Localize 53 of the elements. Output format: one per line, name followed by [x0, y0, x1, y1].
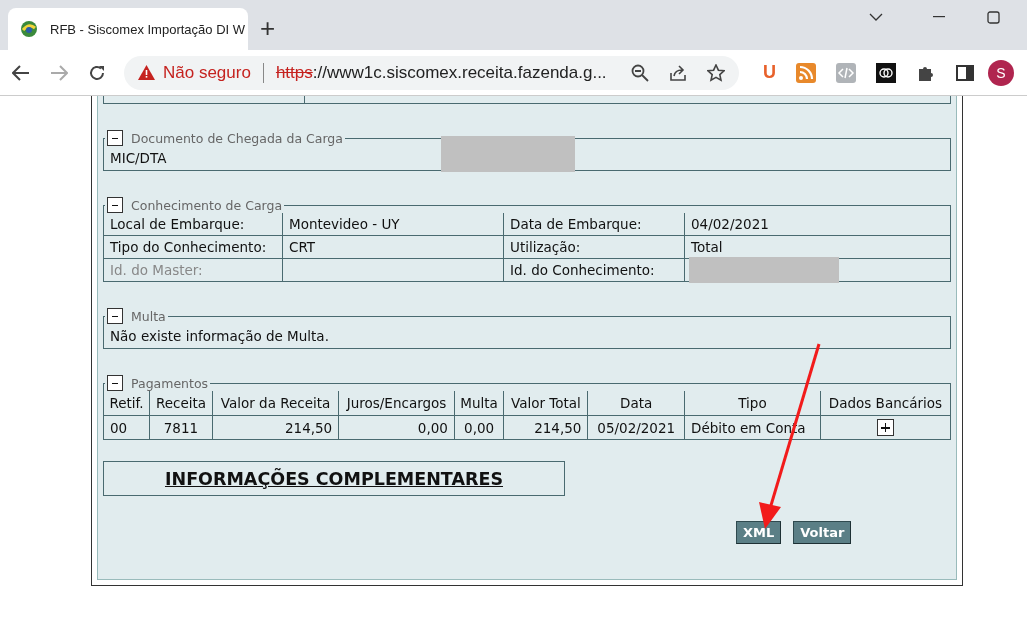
section-text: Não existe informação de Multa. [110, 328, 329, 344]
field-value: CRT [289, 239, 316, 255]
browser-tab[interactable]: RFB - Siscomex Importação DI W [8, 8, 248, 50]
field-label: Id. do Master: [104, 258, 283, 281]
share-icon[interactable] [669, 63, 687, 82]
column-header: Retif. [104, 391, 150, 416]
collapse-button[interactable] [107, 197, 123, 213]
column-header: Data [587, 391, 685, 416]
section-title: Pagamentos [131, 375, 209, 391]
expand-button[interactable] [876, 419, 894, 437]
section-text: MIC/DTA [110, 150, 167, 166]
warning-icon [138, 65, 155, 80]
collapse-button[interactable] [107, 375, 123, 391]
cc-icon[interactable] [876, 62, 896, 83]
field-label: Local de Embarque: [104, 213, 283, 236]
rss-icon[interactable] [796, 62, 816, 83]
collapse-button[interactable] [107, 130, 123, 146]
column-header: Tipo [684, 391, 821, 416]
new-tab-button[interactable]: + [254, 15, 282, 41]
section-title: Documento de Chegada da Carga [131, 130, 343, 146]
globe-icon [20, 20, 38, 38]
column-header: Receita [149, 391, 213, 416]
table-cell: 00 [104, 415, 150, 439]
column-header: Valor da Receita [212, 391, 339, 416]
minimize-icon[interactable] [933, 16, 945, 18]
reload-icon[interactable] [88, 63, 106, 82]
collapse-button[interactable] [107, 308, 123, 324]
back-button[interactable]: Voltar [793, 521, 852, 544]
field-value: Total [691, 239, 723, 255]
back-icon[interactable] [12, 64, 30, 81]
field-value: Montevideo - UY [289, 216, 400, 232]
address-bar[interactable]: Não seguro https://www1c.siscomex.receita.fazenda.g... [124, 55, 739, 90]
side-panel-icon[interactable] [956, 63, 974, 82]
security-label: Não seguro [163, 62, 251, 83]
column-header: Multa [454, 391, 504, 416]
field-label: Tipo do Conhecimento: [104, 235, 283, 259]
field-value: 04/02/2021 [691, 216, 769, 232]
url-text: https://www1c.siscomex.receita.fazenda.g... [275, 62, 607, 83]
section-title: Conhecimento de Carga [131, 197, 283, 213]
zoom-out-icon[interactable] [631, 63, 649, 82]
column-header: Dados Bancários [820, 391, 950, 416]
star-icon[interactable] [707, 63, 725, 82]
xml-button[interactable]: XML [736, 521, 782, 544]
field-label: Utilização: [503, 235, 685, 259]
column-header: Valor Total [503, 391, 588, 416]
section-title: Multa [131, 308, 166, 324]
column-header: Juros/Encargos [338, 391, 455, 416]
tab-title: RFB - Siscomex Importação DI W [50, 21, 246, 37]
chevron-down-icon[interactable] [869, 13, 883, 21]
info-link[interactable]: INFORMAÇÕES COMPLEMENTARES [165, 468, 503, 489]
maximize-icon[interactable] [987, 10, 1000, 24]
field-label: Data de Embarque: [503, 213, 685, 236]
profile-avatar[interactable]: S [988, 59, 1014, 86]
